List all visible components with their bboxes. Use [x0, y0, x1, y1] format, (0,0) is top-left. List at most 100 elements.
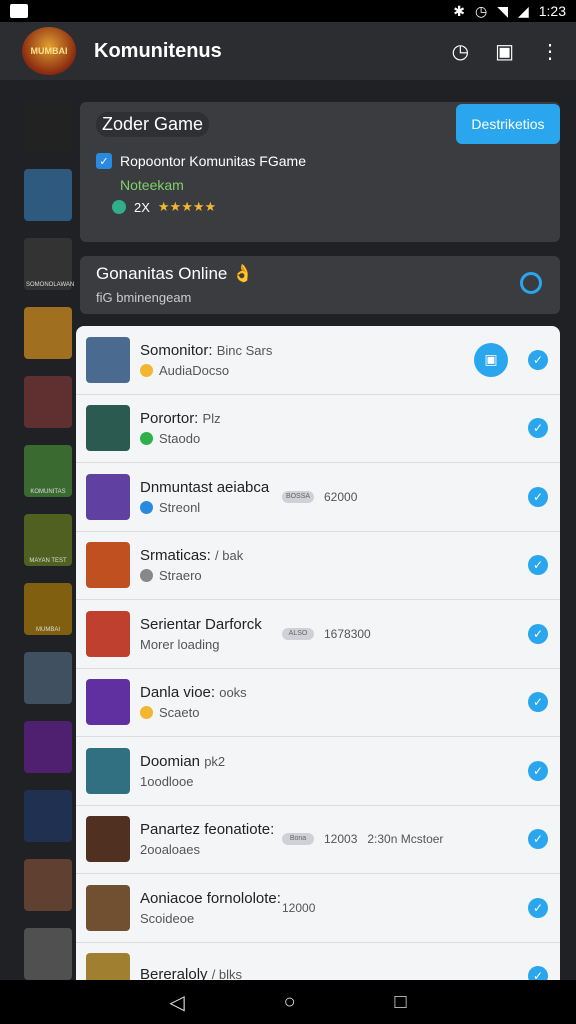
status-dot-icon: [140, 569, 153, 583]
list-item[interactable]: Porortor: Plz Staodo ✓: [76, 395, 560, 463]
verified-check-icon[interactable]: ✓: [528, 966, 548, 980]
item-desc: Scaeto: [159, 705, 200, 721]
item-name: Danla vioe:: [140, 684, 216, 702]
sidebar-thumb[interactable]: KOMUNITAS: [24, 445, 72, 497]
game-avatar: [86, 610, 130, 657]
item-badge: ALSO: [282, 627, 314, 640]
sidebar-thumb[interactable]: [24, 721, 72, 773]
list-item[interactable]: Panartez feonatiote: 2ooaloaes Bona 12003 2…: [76, 806, 560, 874]
list-item[interactable]: Aoniacoe fornololote: Scoideoe 12000 ✓: [76, 874, 560, 943]
item-desc: AudiaDocso: [159, 362, 230, 378]
list-item[interactable]: Doomian pk2 1oodlooe ✓: [76, 737, 560, 806]
game-avatar: [86, 679, 130, 726]
community-title: Gonanitas Online 👌: [96, 264, 254, 283]
featured-card[interactable]: Zoder Game Destriketios ✓ Ropoontor Komu…: [80, 102, 560, 242]
item-desc: Straero: [159, 568, 202, 584]
verified-check-icon[interactable]: ✓: [528, 623, 548, 644]
card-line2: Noteekam: [120, 177, 184, 193]
item-name: Panartez feonatiote:: [140, 821, 275, 839]
sidebar-thumb[interactable]: [24, 652, 72, 704]
game-avatar: [86, 884, 130, 931]
item-count: 12003: [324, 832, 358, 847]
status-time: 1:23: [538, 3, 566, 19]
list-item[interactable]: Danla vioe: ooks Scaeto ✓: [76, 669, 560, 737]
refresh-icon[interactable]: [520, 272, 542, 294]
signal-icon: ◢: [517, 2, 529, 19]
item-name: Serientar Darforck: [140, 615, 262, 633]
game-avatar: [86, 405, 130, 452]
game-avatar: [86, 953, 130, 980]
item-name: Somonitor:: [140, 341, 213, 359]
game-avatar: [86, 473, 130, 520]
window-icon[interactable]: ▣: [495, 39, 514, 64]
sidebar-thumb-label: KOMUNITAS: [30, 489, 66, 495]
community-list: Somonitor: Binc Sars AudiaDocso ▣ ✓ Porortor…: [76, 326, 560, 980]
game-avatar: [86, 336, 130, 383]
verified-check-icon[interactable]: ✓: [528, 486, 548, 507]
item-count: 1678300: [324, 626, 371, 641]
item-extra: Binc Sars: [216, 342, 273, 358]
sidebar-thumb[interactable]: [24, 928, 72, 980]
home-icon[interactable]: ○: [284, 991, 296, 1014]
sidebar-thumb[interactable]: [24, 376, 72, 428]
card-line1: Ropoontor Komunitas FGame: [120, 153, 306, 169]
game-avatar: [86, 747, 130, 794]
game-avatar: [86, 542, 130, 589]
sidebar-thumb-label: MAYAN TEST: [29, 558, 67, 564]
item-count: 2:30n Mcstoer: [367, 832, 444, 847]
shield-icon: [112, 200, 126, 214]
sidebar-thumb[interactable]: [24, 790, 72, 842]
bluetooth-icon: ✱: [453, 2, 465, 19]
item-extra: pk2: [204, 753, 226, 769]
sidebar-thumb[interactable]: SOMONOLAWAN: [24, 238, 75, 290]
app-bar: MUMBAI Komunitenus ◷ ▣ ⋮: [0, 22, 576, 80]
list-item[interactable]: Serientar Darforck Morer loading ALSO 1678…: [76, 600, 560, 669]
back-icon[interactable]: ◁: [169, 990, 184, 1015]
sidebar-thumb[interactable]: MUMBAI: [24, 583, 72, 635]
nav-bar: ◁ ○ □: [0, 980, 576, 1024]
item-badge: BOSSA: [282, 490, 314, 503]
item-desc: Morer loading: [140, 636, 220, 652]
sidebar-thumb[interactable]: [24, 859, 72, 911]
item-name: Doomian: [140, 752, 201, 770]
sidebar-thumb[interactable]: [24, 307, 72, 359]
item-extra: / bak: [215, 548, 244, 564]
sidebar-thumb[interactable]: [24, 169, 72, 221]
item-badge: Bona: [282, 833, 314, 846]
rating-prefix: 2X: [134, 199, 150, 215]
status-dot-icon: [140, 363, 153, 377]
list-item[interactable]: Dnmuntast aeiabca Streonl BOSSA 62000 ✓: [76, 463, 560, 532]
list-item[interactable]: Bereraloly / blks ✓: [76, 943, 560, 980]
status-dot-icon: [140, 500, 153, 514]
destriketios-button[interactable]: Destriketios: [456, 104, 560, 144]
community-card[interactable]: Gonanitas Online 👌 fiG bminengeam: [80, 256, 560, 314]
item-count: 12000: [282, 900, 316, 915]
item-name: Dnmuntast aeiabca: [140, 478, 270, 496]
sidebar-thumb[interactable]: MAYAN TEST: [24, 514, 72, 566]
list-item[interactable]: Srmaticas: / bak Straero ✓: [76, 532, 560, 600]
item-extra: Plz: [202, 411, 221, 427]
open-icon[interactable]: ▣: [474, 342, 508, 377]
list-item[interactable]: Somonitor: Binc Sars AudiaDocso ▣ ✓: [76, 326, 560, 395]
item-extra: ooks: [219, 685, 247, 701]
item-desc: Scoideoe: [140, 910, 195, 926]
app-title: Komunitenus: [94, 39, 222, 62]
history-icon[interactable]: ◷: [452, 39, 469, 64]
status-dot-icon: [140, 706, 153, 720]
item-desc: Staodo: [159, 431, 201, 447]
app-logo[interactable]: MUMBAI: [22, 27, 76, 75]
verified-check-icon[interactable]: ✓: [528, 897, 548, 918]
sidebar-thumb-label: SOMONOLAWAN: [26, 282, 75, 288]
sidebar-thumb[interactable]: [24, 100, 72, 152]
checkbox-icon[interactable]: ✓: [96, 153, 112, 169]
item-name: Aoniacoe fornololote:: [140, 889, 281, 907]
wifi-icon: ◥: [497, 2, 508, 19]
verified-check-icon[interactable]: ✓: [528, 760, 548, 781]
recents-icon[interactable]: □: [394, 991, 406, 1014]
item-name: Srmaticas:: [140, 547, 211, 565]
verified-check-icon[interactable]: ✓: [528, 349, 548, 370]
item-name: Bereraloly: [140, 965, 208, 980]
item-desc: 2ooaloaes: [140, 842, 200, 858]
more-icon[interactable]: ⋮: [540, 39, 560, 64]
rating-stars: ★★★★★: [157, 199, 217, 214]
